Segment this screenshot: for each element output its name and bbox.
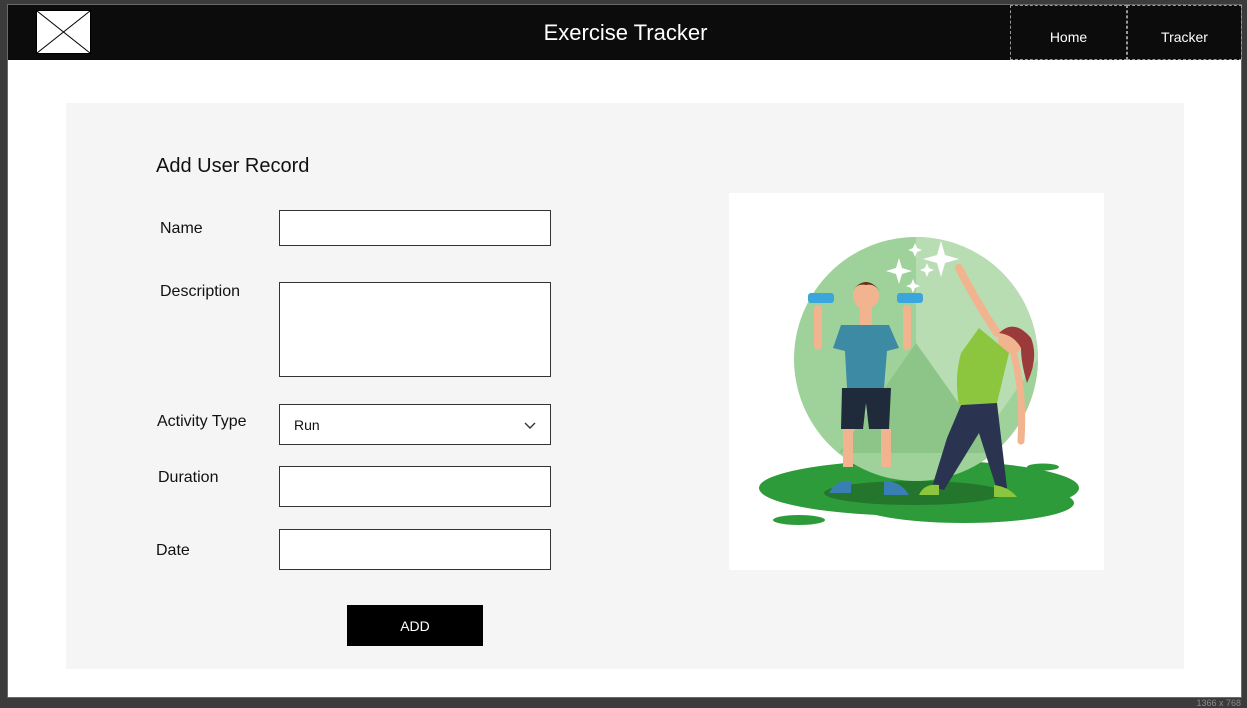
activity-type-value: Run [294, 416, 320, 433]
app-window: Exercise Tracker Home Tracker Add User R… [7, 4, 1242, 698]
activity-type-select[interactable]: Run [279, 404, 551, 445]
duration-input[interactable] [280, 467, 550, 506]
nav-tracker-button[interactable]: Tracker [1127, 5, 1242, 60]
description-textarea[interactable] [280, 283, 550, 376]
resolution-note: 1366 x 768 [1196, 698, 1241, 708]
date-label: Date [156, 542, 190, 559]
form-heading: Add User Record [156, 155, 310, 177]
add-button[interactable]: ADD [347, 605, 483, 646]
duration-field-box [279, 466, 551, 507]
description-label: Description [160, 283, 241, 300]
date-input[interactable] [280, 530, 550, 569]
date-field-box [279, 529, 551, 570]
name-label: Name [160, 220, 203, 237]
nav-home-button[interactable]: Home [1010, 5, 1127, 60]
exercise-people-illustration [729, 193, 1104, 570]
nav-tracker-label: Tracker [1161, 29, 1208, 45]
name-field-box [279, 210, 551, 246]
chevron-down-icon [524, 417, 536, 433]
top-navbar: Exercise Tracker Home Tracker [8, 5, 1242, 60]
nav-home-label: Home [1049, 29, 1088, 45]
activity-type-label: Activity Type [157, 413, 247, 430]
duration-label: Duration [158, 469, 219, 486]
content-panel: Add User Record Name Description Activit… [66, 103, 1184, 669]
description-field-box [279, 282, 551, 377]
name-input[interactable] [280, 211, 550, 245]
